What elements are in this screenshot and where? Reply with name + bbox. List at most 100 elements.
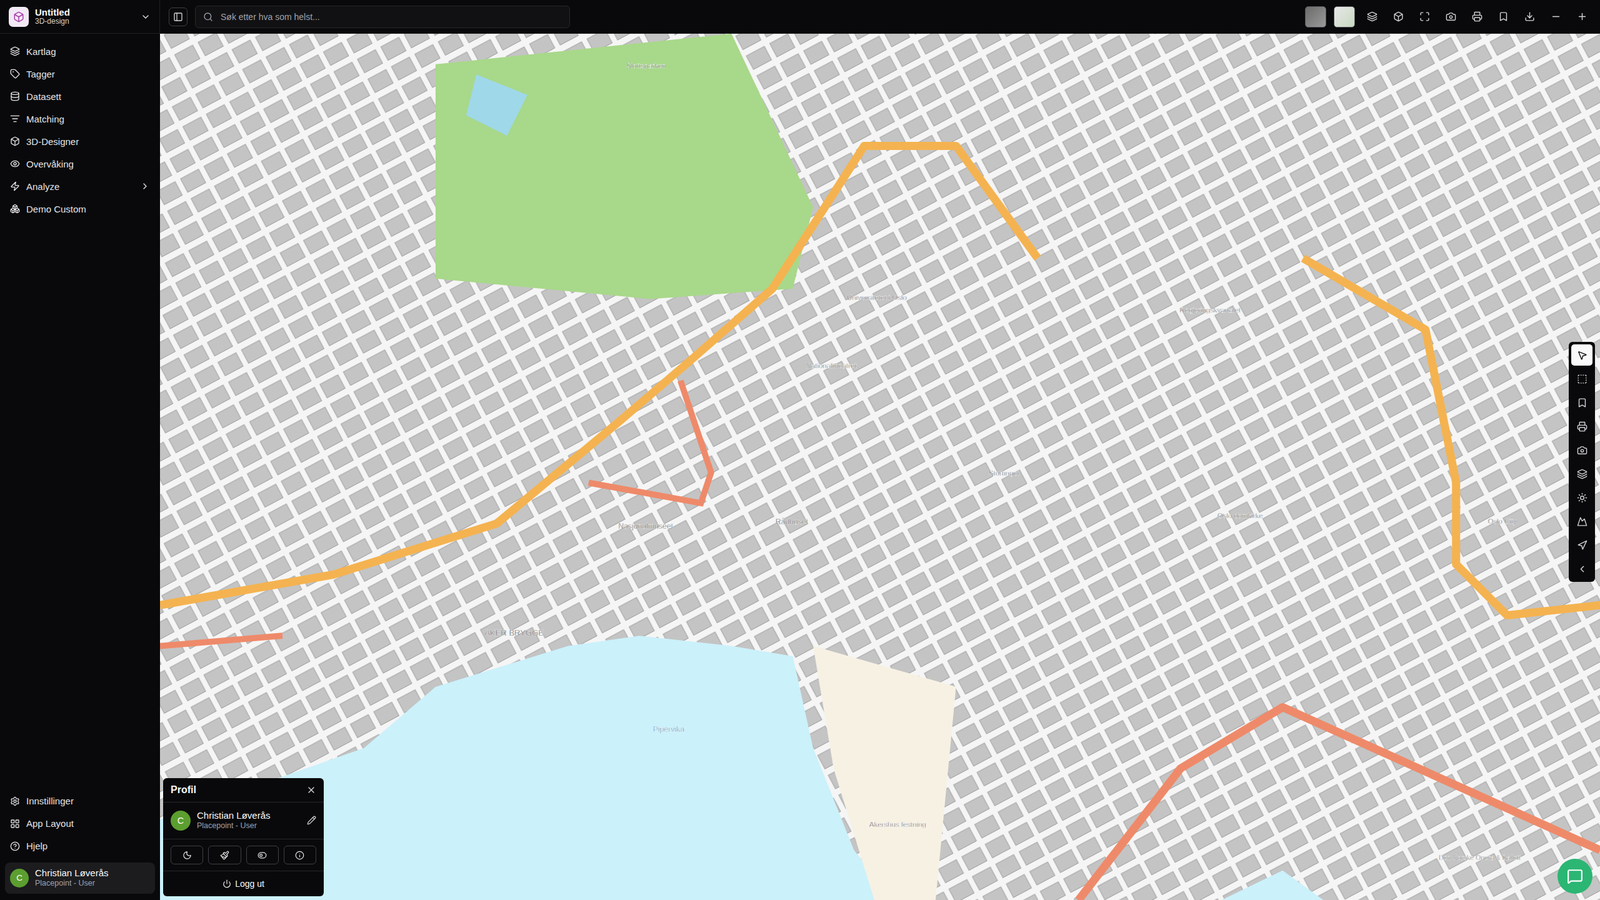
toolbar-button[interactable] (1388, 7, 1408, 27)
app-window: Untitled3D-design KartlagTaggerDatasettMa… (0, 0, 1600, 900)
pencil-icon[interactable] (306, 815, 317, 825)
power-icon (222, 879, 232, 889)
sidebar-item[interactable]: 3D-Designer (5, 130, 155, 153)
sidebar-item[interactable]: Analyze (5, 175, 155, 198)
layers-icon (1576, 468, 1588, 480)
top-bar: Untitled3D-design (0, 0, 1600, 34)
print-icon (1576, 421, 1588, 432)
profile-action-button[interactable] (246, 845, 279, 865)
map-label: Nationaltheatret (806, 361, 857, 370)
nav-icon (10, 796, 20, 807)
toolbar-button[interactable] (1572, 7, 1592, 27)
nav-icon (10, 203, 20, 214)
toolbar-button[interactable] (1441, 7, 1460, 27)
toolbar-button[interactable] (1362, 7, 1382, 27)
chevron-right-icon (140, 181, 150, 192)
select-icon (1576, 373, 1588, 385)
search-input[interactable] (219, 11, 562, 23)
action-icon (257, 850, 267, 860)
profile-panel: ProfilCChristian LøveråsPlacepoint - Use… (163, 778, 324, 897)
close-icon[interactable] (306, 785, 317, 795)
map-tool-button[interactable] (1571, 486, 1593, 509)
profile-action-button[interactable] (208, 845, 241, 865)
pond (466, 74, 528, 136)
navigate-icon (1576, 540, 1588, 551)
toolbar-icon (1550, 11, 1562, 22)
toolbar-button[interactable] (1520, 7, 1539, 27)
map[interactable]: SlottsparkenNationaltheatretUniversitete… (160, 33, 1600, 900)
toolbar-icon (1419, 11, 1430, 22)
action-icon (220, 850, 230, 860)
sidebar-item[interactable]: Kartlag (5, 40, 155, 63)
map-tool-button[interactable] (1571, 463, 1593, 485)
sidebar-toggle-button[interactable] (168, 7, 188, 27)
nav-icon (10, 841, 20, 852)
chevron-down-icon (140, 11, 151, 22)
basemap-thumbnail[interactable] (1333, 6, 1355, 28)
nav-icon (10, 136, 20, 147)
map-label: Universitetet i Oslo (846, 293, 907, 302)
bookmark-icon (1576, 397, 1588, 409)
profile-action-button[interactable] (283, 845, 317, 865)
sidebar-item[interactable]: Matching (5, 107, 155, 130)
map-tool-button[interactable] (1571, 391, 1593, 414)
panel-left-icon (173, 11, 184, 22)
nav-icon (10, 91, 20, 102)
map-tool-button[interactable] (1571, 510, 1593, 532)
basemap-thumbnail[interactable] (1305, 6, 1327, 28)
sidebar-item[interactable]: Tagger (5, 62, 155, 85)
nav-icon (10, 181, 20, 192)
sidebar-footer-item[interactable]: Innstillinger (5, 790, 155, 813)
sidebar-item[interactable]: Overvåking (5, 152, 155, 175)
profile-action-button[interactable] (170, 845, 204, 865)
avatar: C (10, 868, 29, 888)
water (160, 635, 895, 900)
map-tool-button[interactable] (1571, 368, 1593, 390)
sidebar-item[interactable]: Datasett (5, 85, 155, 108)
sidebar-footer-item[interactable]: Hjelp (5, 835, 155, 858)
panel-title: Profil (170, 784, 197, 796)
toolbar-icon (1366, 11, 1378, 22)
terrain-icon (1576, 516, 1588, 527)
sidebar-item[interactable]: Demo Custom (5, 197, 155, 220)
map-label: Pipervika (653, 725, 685, 734)
toolbar-button[interactable] (1546, 7, 1565, 27)
map-tool-button[interactable] (1571, 534, 1593, 556)
action-icon (295, 850, 305, 860)
nav-icon (10, 113, 20, 124)
chat-button[interactable] (1557, 858, 1593, 894)
project-switcher[interactable]: Untitled3D-design (0, 0, 160, 34)
road (160, 635, 283, 646)
project-title: Untitled (35, 6, 135, 18)
map-label: Rådhuset (775, 517, 809, 527)
toolbar-button[interactable] (1467, 7, 1487, 27)
map-tool-button[interactable] (1571, 415, 1593, 437)
water (1221, 870, 1324, 900)
toolbar-button[interactable] (1415, 7, 1434, 27)
fortress-area (813, 646, 957, 900)
map-label: Akershus festning (869, 820, 927, 829)
main-road (1303, 258, 1600, 616)
sun-icon (1576, 492, 1588, 504)
search-field[interactable] (195, 5, 570, 29)
map-tool-button[interactable] (1571, 439, 1593, 461)
map-label: Oslo City (1487, 517, 1517, 525)
logout-button[interactable]: Logg ut (163, 871, 324, 897)
road (1078, 707, 1600, 900)
action-icon (182, 850, 192, 860)
toolbar-icon (1576, 11, 1588, 22)
main-road (160, 145, 1038, 605)
search-icon (203, 11, 214, 22)
sidebar-footer-item[interactable]: App Layout (5, 812, 155, 835)
user-card[interactable]: CChristian LøveråsPlacepoint - User (5, 862, 155, 894)
camera-icon (1576, 445, 1588, 456)
avatar: C (170, 810, 191, 831)
pointer-icon (1576, 350, 1588, 361)
nav-icon (10, 46, 20, 57)
toolbar-button[interactable] (1493, 7, 1513, 27)
project-subtitle: 3D-design (35, 17, 135, 27)
map-canvas[interactable]: SlottsparkenNationaltheatretUniversitete… (160, 33, 1600, 900)
toolbar-icon (1393, 11, 1404, 22)
map-tool-button[interactable] (1571, 344, 1593, 366)
map-tool-button[interactable] (1571, 558, 1593, 580)
